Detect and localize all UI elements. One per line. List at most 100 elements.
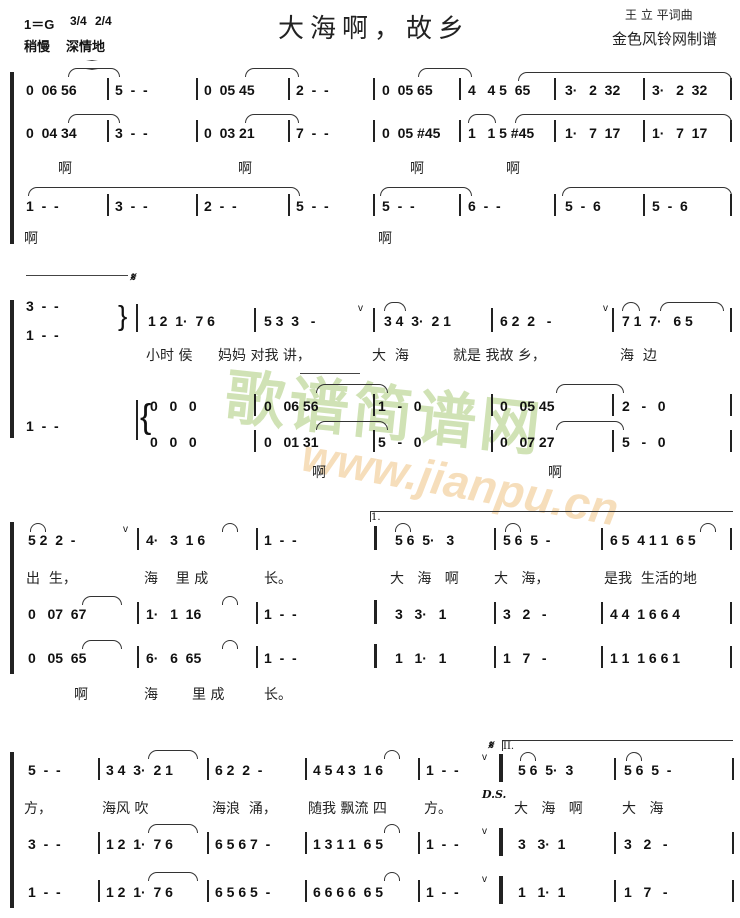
measure: 5 6 5· 3	[518, 762, 574, 778]
slur	[222, 523, 238, 532]
lyric: 海风 吹	[102, 801, 149, 817]
slur	[28, 187, 300, 196]
barline	[612, 394, 614, 416]
barline	[499, 828, 503, 856]
barline	[732, 880, 734, 902]
barline	[107, 194, 109, 216]
tempo-marking: 稍慢	[24, 39, 51, 54]
barline	[107, 120, 109, 142]
measure: 3 4 3· 2 1	[106, 762, 173, 778]
measure: 0 07 67	[28, 606, 87, 622]
barline	[418, 880, 420, 902]
slur	[626, 752, 642, 761]
slur	[30, 523, 46, 532]
lyric: 啊	[58, 161, 72, 177]
slur	[245, 68, 299, 77]
measure: 1 7 -	[624, 884, 668, 900]
barline	[196, 194, 198, 216]
lyric: 大 海，	[494, 571, 550, 587]
slur	[384, 824, 400, 833]
barline	[137, 646, 139, 668]
lyric: 随我 飘流 四	[308, 801, 387, 817]
lyric: 小时 侯	[146, 348, 193, 364]
barline	[730, 528, 732, 550]
measure: 0 05 65	[28, 650, 87, 666]
barline	[730, 194, 732, 216]
measure: 1 - -	[426, 836, 459, 852]
lyric: 长。	[264, 687, 292, 703]
barline	[643, 120, 645, 142]
measure: 0 07 27	[500, 434, 555, 450]
barline	[256, 646, 258, 668]
slur	[68, 114, 120, 123]
slur	[245, 114, 299, 123]
measure: 4 5 4 3 1 6	[313, 762, 384, 778]
lyric: 啊	[410, 161, 424, 177]
measure: 1 - -	[264, 532, 297, 548]
measure: 6 2 2 -	[215, 762, 263, 778]
barline	[732, 758, 734, 780]
decrescendo-mark	[300, 373, 360, 374]
measure: 3 3· 1	[518, 836, 566, 852]
barline	[494, 528, 496, 550]
measure: 6 2 2 -	[500, 313, 552, 329]
barline	[614, 832, 616, 854]
measure: 3 - -	[28, 836, 61, 852]
lyric: 方。	[424, 801, 452, 817]
measure: 1 1· 1	[395, 650, 447, 666]
lyric: 啊	[238, 161, 252, 177]
slur	[148, 824, 198, 833]
barline	[207, 880, 209, 902]
expression-marking: 深情地	[66, 39, 106, 54]
measure: 0 05 65	[382, 82, 433, 98]
barline	[373, 394, 375, 416]
measure: 3 3· 1	[395, 606, 447, 622]
barline	[601, 646, 603, 668]
slur	[518, 72, 732, 81]
barline	[207, 832, 209, 854]
barline	[254, 308, 256, 332]
slur	[384, 872, 400, 881]
barline	[288, 78, 290, 100]
measure: 5 - -	[296, 198, 329, 214]
barline	[374, 526, 377, 550]
breath-mark: v	[123, 524, 128, 535]
measure: 1· 1 16	[146, 606, 202, 622]
barline	[732, 832, 734, 854]
barline	[643, 194, 645, 216]
system-bracket	[10, 752, 14, 908]
barline	[494, 602, 496, 624]
measure: 0 01 31	[264, 434, 319, 450]
breath-mark: v	[358, 303, 363, 314]
lyric: 啊	[548, 465, 562, 481]
barline	[107, 78, 109, 100]
slur	[148, 872, 198, 881]
measure: 6· 6 65	[146, 650, 202, 666]
lyric: 啊	[24, 231, 38, 247]
measure: 1· 7 17	[652, 125, 708, 141]
slur	[562, 187, 732, 196]
transcriber-credit: 金色风铃网制谱	[612, 30, 718, 48]
measure: 1 - -	[426, 884, 459, 900]
barline	[288, 194, 290, 216]
measure: 1 - -	[426, 762, 459, 778]
song-title: 大海啊，故乡	[278, 14, 471, 44]
lyric: 就是 我故 乡，	[453, 348, 546, 364]
barline	[459, 78, 461, 100]
barline	[601, 602, 603, 624]
barline	[643, 78, 645, 100]
lyric: 是我 生活的地	[604, 571, 697, 587]
barline	[305, 832, 307, 854]
lyric: 大 海	[372, 348, 409, 364]
lyric: 大 海	[622, 801, 664, 817]
barline	[136, 304, 138, 332]
measure: 1 - 0	[378, 398, 422, 414]
measure: 3 4 3· 2 1	[384, 313, 451, 329]
barline	[499, 876, 503, 904]
segno-icon: 𝄋	[130, 270, 136, 284]
measure: 5 6 5· 3	[395, 532, 455, 548]
system-bracket	[10, 72, 14, 244]
measure: 4 4 5 65	[468, 82, 531, 98]
slur	[82, 596, 122, 605]
barline	[554, 194, 556, 216]
